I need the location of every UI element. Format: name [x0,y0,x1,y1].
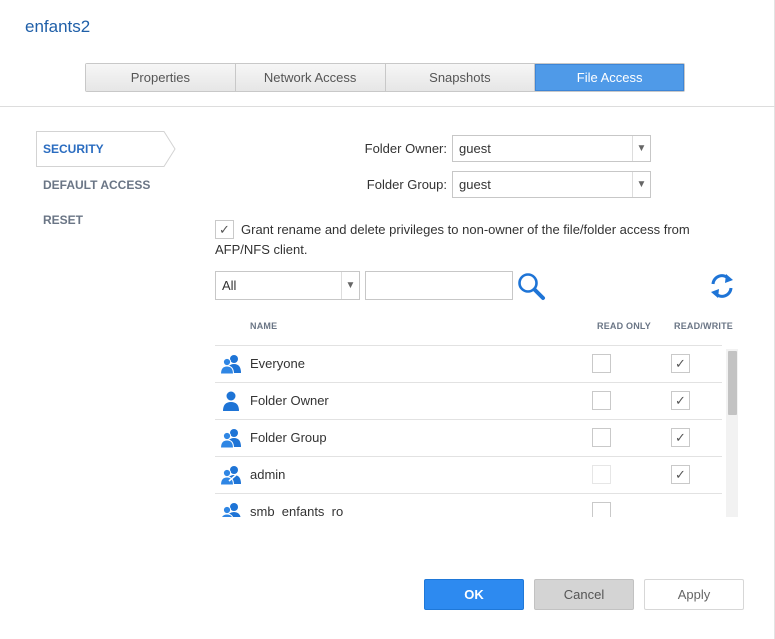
chevron-down-icon: ▼ [341,272,359,299]
group-icon [220,503,241,517]
folder-owner-value: guest [459,141,491,156]
user-icon [223,391,239,411]
read-write-checkbox[interactable]: ✓ [671,354,690,373]
row-name: Everyone [250,356,305,371]
folder-group-select[interactable]: guest ▼ [452,171,651,198]
read-only-checkbox[interactable] [592,391,611,410]
table-row[interactable]: Everyone ✓ [215,345,722,382]
table-scrollbar-thumb[interactable] [728,351,737,415]
table-row[interactable]: smb_enfants_ro [215,493,722,517]
folder-group-value: guest [459,177,491,192]
chevron-down-icon: ▼ [632,136,650,161]
read-write-checkbox[interactable]: ✓ [671,391,690,410]
chevron-down-icon: ▼ [632,172,650,197]
row-name: Folder Owner [250,393,329,408]
apply-button[interactable]: Apply [644,579,744,610]
read-only-checkbox[interactable] [592,465,611,484]
grant-privileges-label: Grant rename and delete privileges to no… [215,222,690,257]
row-name: admin [250,467,286,482]
checkmark-icon: ✓ [675,466,686,482]
search-input[interactable] [365,271,513,300]
ok-button[interactable]: OK [424,579,524,610]
filter-type-value: All [222,278,237,293]
table-row[interactable]: admin ✓ [215,456,722,493]
group-icon [220,429,241,448]
row-name: Folder Group [250,430,327,445]
cancel-button[interactable]: Cancel [534,579,634,610]
refresh-icon[interactable] [708,271,736,301]
column-header-name: NAME [250,321,278,331]
checkmark-icon: ✓ [675,429,686,445]
sidebar-item-default-access[interactable]: DEFAULT ACCESS [36,167,176,203]
tab-bar: Properties Network Access Snapshots File… [85,63,685,92]
read-only-checkbox[interactable] [592,428,611,447]
read-only-checkbox[interactable] [592,354,611,373]
checkmark-icon: ✓ [675,392,686,408]
admin-group-icon [220,466,241,485]
row-name: smb_enfants_ro [250,504,344,517]
folder-owner-select[interactable]: guest ▼ [452,135,651,162]
read-write-checkbox[interactable]: ✓ [671,428,690,447]
read-only-checkbox[interactable] [592,502,611,517]
tab-snapshots[interactable]: Snapshots [385,64,536,91]
sidebar-item-security[interactable]: SECURITY [36,131,176,167]
page-title: enfants2 [25,17,91,36]
search-icon[interactable] [516,271,548,303]
column-header-read-only: READ ONLY [597,321,651,331]
tab-properties[interactable]: Properties [86,64,236,91]
header-divider [0,106,775,107]
filter-type-select[interactable]: All ▼ [215,271,360,300]
tab-file-access[interactable]: File Access [535,64,684,91]
group-icon [220,355,241,374]
tab-network-access[interactable]: Network Access [235,64,386,91]
folder-owner-label: Folder Owner: [364,141,447,156]
column-header-read-write: READ/WRITE [674,321,733,331]
sidebar-item-reset[interactable]: RESET [36,202,176,238]
read-write-checkbox[interactable]: ✓ [671,465,690,484]
checkmark-icon: ✓ [675,355,686,371]
table-row[interactable]: Folder Group ✓ [215,419,722,456]
folder-group-label: Folder Group: [366,177,447,192]
table-row[interactable]: Folder Owner ✓ [215,382,722,419]
